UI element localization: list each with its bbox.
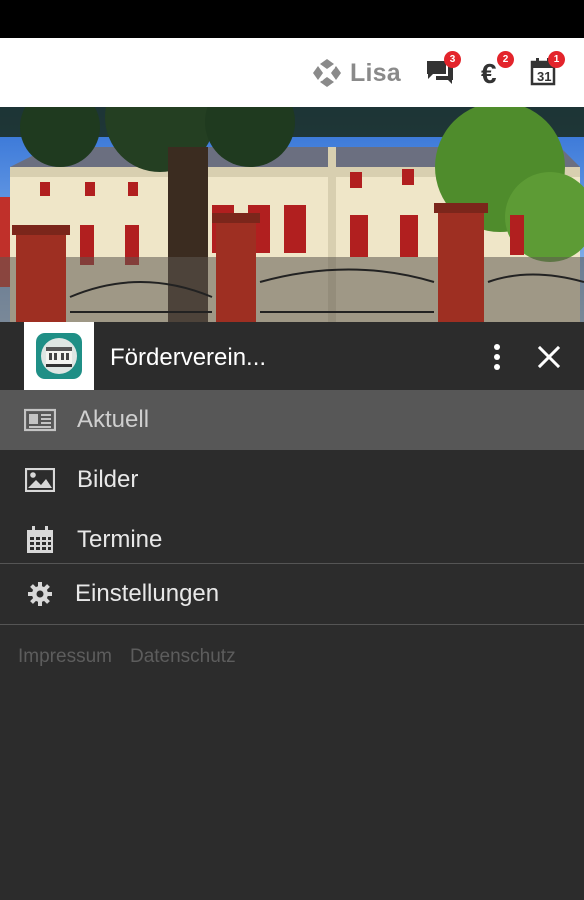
svg-text:€: € — [481, 58, 497, 88]
menu-item-label: Aktuell — [77, 406, 150, 433]
menu-item-label: Termine — [77, 526, 163, 553]
brand[interactable]: Lisa — [312, 58, 401, 88]
calendar-icon — [24, 524, 56, 556]
calendar-badge: 1 — [548, 51, 565, 68]
payments-badge: 2 — [497, 51, 514, 68]
messages-badge: 3 — [444, 51, 461, 68]
gear-icon — [24, 578, 56, 610]
menu-item-label: Bilder — [77, 466, 139, 493]
drawer-header: Förderverein... — [0, 322, 584, 390]
menu-item-aktuell[interactable]: Aktuell — [0, 390, 584, 450]
image-icon — [24, 464, 56, 496]
newspaper-icon — [24, 404, 56, 436]
club-name[interactable]: Förderverein... — [110, 344, 266, 372]
menu-item-einstellungen[interactable]: Einstellungen — [0, 564, 584, 624]
more-vert-icon — [494, 344, 500, 370]
menu-item-bilder[interactable]: Bilder — [0, 450, 584, 510]
datenschutz-link[interactable]: Datenschutz — [130, 646, 236, 668]
payments-button[interactable]: € 2 — [477, 51, 514, 89]
club-logo[interactable] — [24, 322, 94, 390]
status-bar — [0, 0, 584, 38]
calendar-day: 31 — [537, 69, 552, 84]
divider — [0, 624, 584, 625]
club-building-icon — [36, 333, 82, 379]
header-image — [0, 107, 584, 322]
menu-item-label: Einstellungen — [75, 580, 220, 607]
messages-button[interactable]: 3 — [424, 51, 461, 88]
menu-item-termine[interactable]: Termine — [0, 510, 584, 570]
close-drawer-button[interactable] — [534, 342, 564, 372]
lisa-logo-icon — [313, 59, 341, 87]
impressum-link[interactable]: Impressum — [18, 646, 112, 668]
footer-links: Impressum Datenschutz — [18, 646, 236, 668]
more-options-button[interactable] — [486, 342, 508, 372]
drawer-menu: Aktuell Bilder Termine Einstellungen — [0, 390, 584, 625]
close-icon — [537, 345, 561, 369]
top-app-bar: Lisa 3 € 2 31 1 — [0, 38, 584, 107]
calendar-button[interactable]: 31 1 — [528, 51, 565, 88]
brand-name: Lisa — [350, 58, 401, 87]
